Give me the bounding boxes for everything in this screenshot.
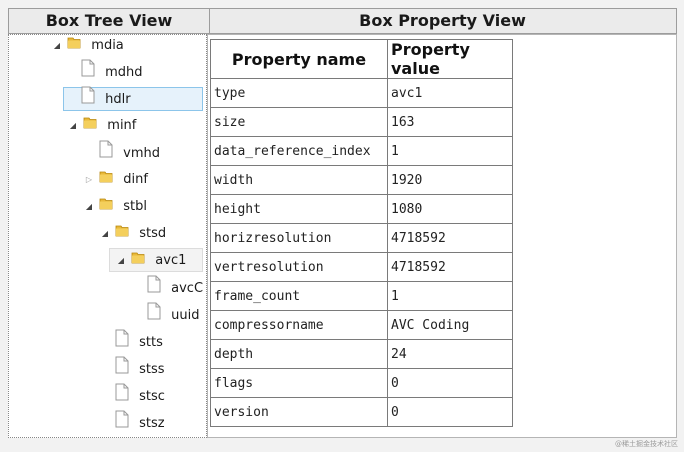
tree-item-label: dinf [123,172,148,187]
watermark-text: @稀土掘金技术社区 [615,440,678,448]
triangle-expanded-icon[interactable]: ◢ [83,194,95,220]
table-row[interactable]: version 0 [210,397,513,427]
property-value-cell: 163 [387,107,513,137]
tree-item-hdlr[interactable]: hdlr [81,86,131,112]
tree-item-label: stts [139,335,163,350]
tree-item-stsd[interactable]: ◢ stsd [99,221,166,247]
tree-item-uuid[interactable]: uuid [147,302,199,328]
folder-icon [115,221,129,247]
property-value-cell: avc1 [387,78,513,108]
table-row[interactable]: size 163 [210,107,513,137]
property-view-title: Box Property View [359,11,526,30]
file-icon [147,275,161,303]
folder-icon [99,167,113,193]
tree-item-stsz[interactable]: stsz [115,410,165,436]
property-value-cell: 1080 [387,194,513,224]
property-value-cell: 1 [387,136,513,166]
tree-item-label: mdia [91,38,124,53]
property-table: Property name Property value type avc1 si… [210,39,513,427]
tree-item-label: uuid [171,308,200,323]
property-value-cell: 1 [387,281,513,311]
property-name-cell: frame_count [210,281,388,311]
property-name-cell: width [210,165,388,195]
property-name-cell: horizresolution [210,223,388,253]
table-row[interactable]: flags 0 [210,368,513,398]
property-name-cell: flags [210,368,388,398]
tree-item-mdia[interactable]: ◢ mdia [51,35,124,59]
file-icon [115,383,129,411]
tree-item-minf[interactable]: ◢ minf [67,113,136,139]
tree-item-stsc[interactable]: stsc [115,383,165,409]
file-icon [147,302,161,330]
tree-item-label: stsc [139,389,165,404]
property-value-cell: 4718592 [387,223,513,253]
tree-item-label: stsd [139,226,167,241]
tree-view-title: Box Tree View [9,9,210,33]
property-name-cell: depth [210,339,388,369]
triangle-expanded-icon[interactable]: ◢ [51,35,63,59]
table-row[interactable]: vertresolution 4718592 [210,252,513,282]
file-icon [115,356,129,384]
tree-item-label: stbl [123,199,148,214]
tree-item-stts[interactable]: stts [115,329,163,355]
column-header-value[interactable]: Property value [387,39,513,79]
tree-item-avc1[interactable]: ◢ avc1 [115,248,186,274]
property-value-cell: 1920 [387,165,513,195]
table-row[interactable]: data_reference_index 1 [210,136,513,166]
table-row[interactable]: width 1920 [210,165,513,195]
folder-icon [67,35,81,59]
property-value-cell: 0 [387,368,513,398]
property-name-cell: version [210,397,388,427]
tree-item-label: vmhd [123,146,160,161]
tree-item-label: avc1 [155,253,187,268]
property-name-cell: data_reference_index [210,136,388,166]
property-name-cell: compressorname [210,310,388,340]
tree-item-label: minf [107,118,137,133]
property-name-cell: height [210,194,388,224]
view-headers: Box Tree View Box Property View [8,8,677,34]
triangle-expanded-icon[interactable]: ◢ [99,221,111,247]
box-property-pane: Property name Property value type avc1 si… [207,34,677,438]
file-icon [81,86,95,114]
file-icon [81,59,95,87]
file-icon [115,410,129,437]
file-icon [99,140,113,168]
property-name-cell: size [210,107,388,137]
property-value-cell: 4718592 [387,252,513,282]
folder-icon [83,113,97,139]
column-header-name[interactable]: Property name [210,39,388,79]
table-row[interactable]: type avc1 [210,78,513,108]
triangle-expanded-icon[interactable]: ◢ [67,113,79,139]
tree-item-label: hdlr [105,92,131,107]
tree-item-label: avcC [171,281,204,296]
tree-item-stss[interactable]: stss [115,356,165,382]
table-row[interactable]: height 1080 [210,194,513,224]
tree-item-dinf[interactable]: ▷ dinf [83,167,148,193]
tree-item-label: stsz [139,416,165,431]
property-name-cell: vertresolution [210,252,388,282]
tree-item-stbl[interactable]: ◢ stbl [83,194,147,220]
box-tree-pane[interactable]: ◢ mdia mdhd hdlr ◢ minf vmhd ▷ dinf ◢ st… [8,34,207,438]
table-row[interactable]: compressorname AVC Coding [210,310,513,340]
tree-item-label: stss [139,362,165,377]
property-value-cell: 0 [387,397,513,427]
tree-item-mdhd[interactable]: mdhd [81,59,143,85]
property-table-header: Property name Property value [210,39,513,79]
property-value-cell: AVC Coding [387,310,513,340]
tree-item-vmhd[interactable]: vmhd [99,140,160,166]
property-name-cell: type [210,78,388,108]
folder-icon [131,248,145,274]
tree-item-avcC[interactable]: avcC [147,275,203,301]
file-icon [115,329,129,357]
table-row[interactable]: horizresolution 4718592 [210,223,513,253]
property-value-cell: 24 [387,339,513,369]
tree-item-label: mdhd [105,65,143,80]
triangle-expanded-icon[interactable]: ◢ [115,248,127,274]
table-row[interactable]: depth 24 [210,339,513,369]
triangle-collapsed-icon[interactable]: ▷ [83,167,95,193]
table-row[interactable]: frame_count 1 [210,281,513,311]
folder-icon [99,194,113,220]
